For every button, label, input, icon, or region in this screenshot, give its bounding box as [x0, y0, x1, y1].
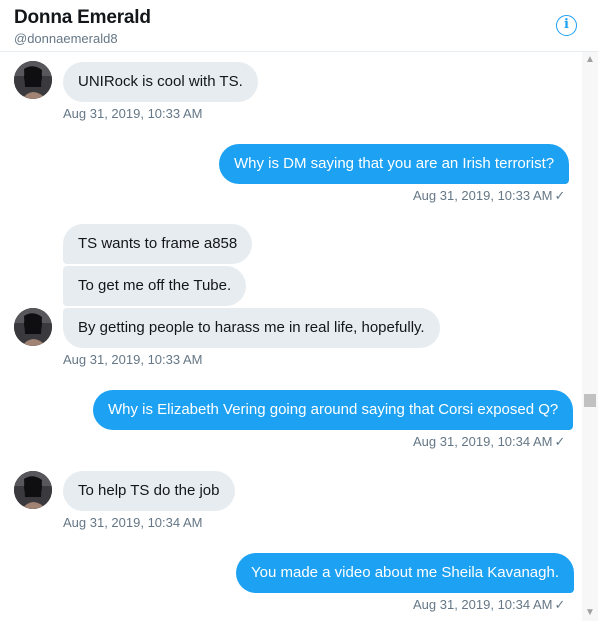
scrollbar-thumb[interactable] — [584, 394, 596, 407]
profile-photo — [14, 471, 52, 509]
message-meta: Aug 31, 2019, 10:34 AM ✓ — [413, 434, 565, 450]
message-timestamp: Aug 31, 2019, 10:34 AM — [413, 434, 553, 449]
message-bubble-sent[interactable]: You made a video about me Sheila Kavanag… — [236, 553, 575, 593]
conversation-handle[interactable]: @donnaemerald8 — [14, 31, 118, 46]
message-bubble-sent[interactable]: Why is DM saying that you are an Irish t… — [219, 144, 570, 184]
message-timestamp: Aug 31, 2019, 10:33 AM — [413, 188, 553, 203]
info-icon[interactable]: i — [556, 15, 577, 36]
read-check-icon: ✓ — [554, 597, 566, 612]
message-bubble-received[interactable]: To help TS do the job — [63, 471, 235, 511]
conversation-name[interactable]: Donna Emerald — [14, 7, 151, 29]
message-bubble-received[interactable]: TS wants to frame a858 — [63, 224, 253, 264]
avatar[interactable] — [14, 471, 52, 509]
profile-photo — [14, 308, 52, 346]
message-timestamp: Aug 31, 2019, 10:33 AM — [63, 106, 203, 121]
message-bubble-sent[interactable]: Why is Elizabeth Vering going around say… — [93, 390, 574, 430]
message-meta: Aug 31, 2019, 10:34 AM ✓ — [413, 597, 565, 613]
message-timestamp: Aug 31, 2019, 10:33 AM — [63, 352, 203, 367]
read-check-icon: ✓ — [554, 434, 566, 449]
message-timestamp: Aug 31, 2019, 10:34 AM — [413, 597, 553, 612]
conversation-header: Donna Emerald @donnaemerald8 i — [0, 0, 598, 52]
message-feed[interactable]: UNIRock is cool with TS. Aug 31, 2019, 1… — [0, 52, 582, 621]
scrollbar[interactable]: ▲ ▼ — [582, 52, 598, 621]
message-bubble-received[interactable]: By getting people to harass me in real l… — [63, 308, 440, 348]
message-meta: Aug 31, 2019, 10:33 AM ✓ — [413, 188, 565, 204]
message-bubble-received[interactable]: UNIRock is cool with TS. — [63, 62, 258, 102]
message-timestamp: Aug 31, 2019, 10:34 AM — [63, 515, 203, 530]
read-check-icon: ✓ — [554, 188, 566, 203]
scroll-up-arrow-icon[interactable]: ▲ — [582, 52, 598, 68]
avatar[interactable] — [14, 61, 52, 99]
avatar[interactable] — [14, 308, 52, 346]
message-bubble-received[interactable]: To get me off the Tube. — [63, 266, 247, 306]
scroll-down-arrow-icon[interactable]: ▼ — [582, 605, 598, 621]
profile-photo — [14, 61, 52, 99]
